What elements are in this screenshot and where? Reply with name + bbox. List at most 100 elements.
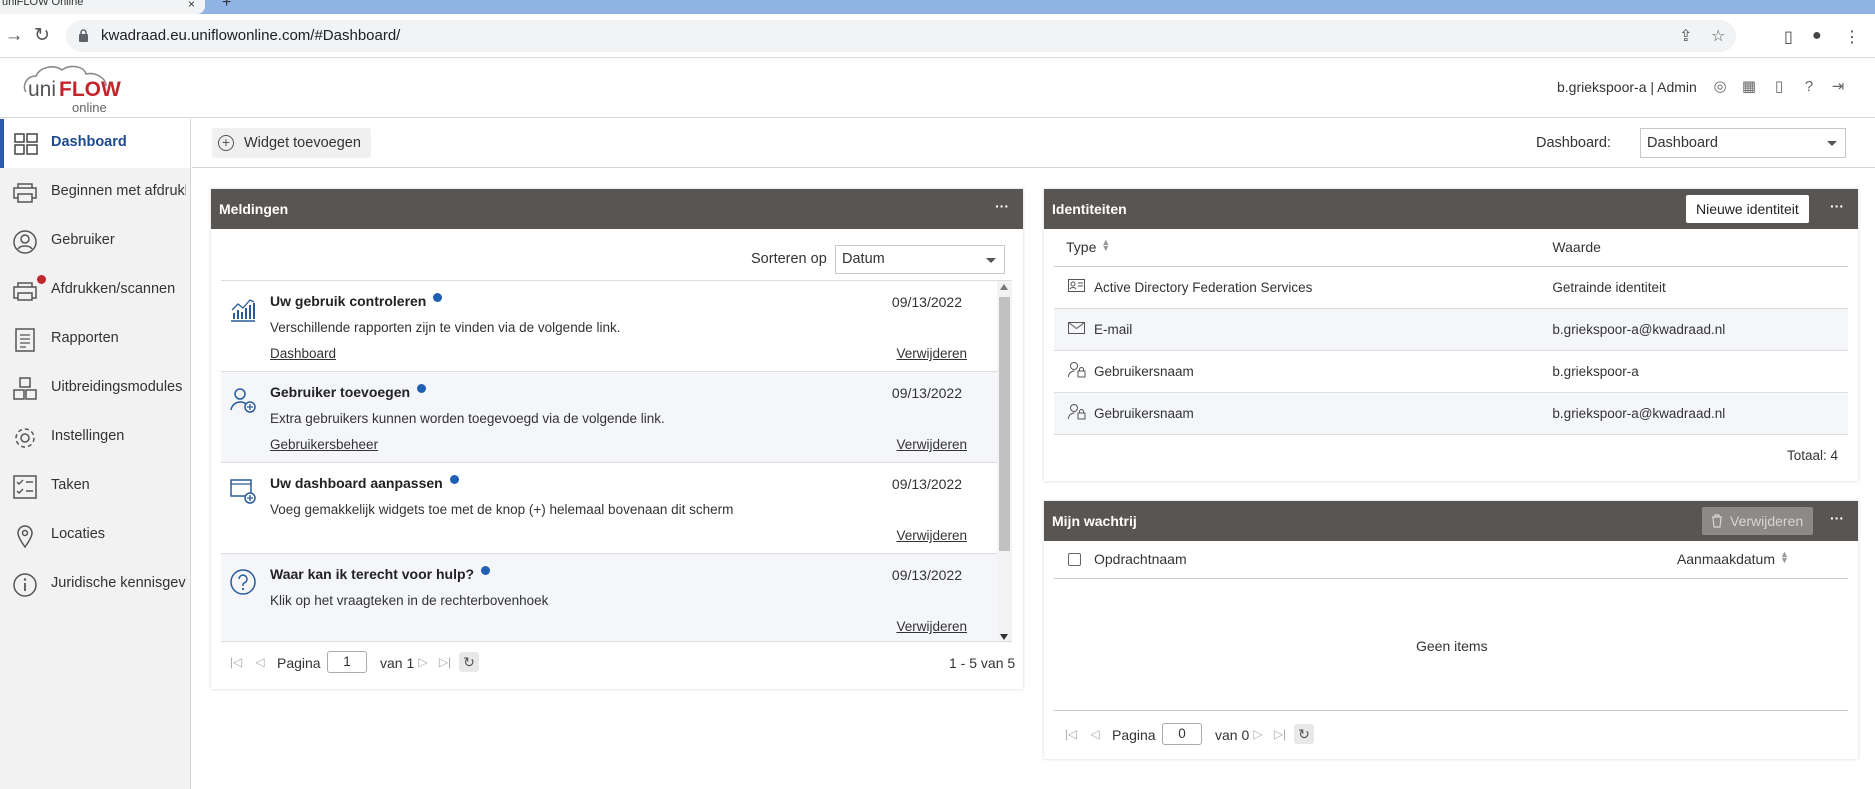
- bookmark-star-icon[interactable]: ☆: [1711, 26, 1725, 46]
- notification-title: Gebruiker toevoegen: [270, 384, 427, 400]
- browser-tab-title: uniFLOW Online: [2, 0, 84, 8]
- sidebar-item-beginnen[interactable]: Beginnen met afdrukken: [0, 168, 190, 217]
- add-widget-button[interactable]: + Widget toevoegen: [212, 128, 371, 158]
- sidebar-item-gebruiker[interactable]: Gebruiker: [0, 217, 190, 266]
- table-row[interactable]: Gebruikersnaam b.griekspoor-a: [1054, 350, 1848, 393]
- sidebar-item-taken[interactable]: Taken: [0, 462, 190, 511]
- column-header-label: Type: [1066, 239, 1097, 256]
- user-management-link[interactable]: Gebruikersbeheer: [270, 437, 378, 452]
- app-header: uni FLOW online b.griekspoor-a | Admin ◎…: [0, 58, 1875, 118]
- page-label: Pagina: [1112, 727, 1156, 743]
- notification-title-text: Uw dashboard aanpassen: [270, 475, 443, 491]
- add-user-icon: [230, 388, 256, 413]
- last-page-icon[interactable]: ▷|: [1273, 727, 1287, 741]
- identities-table: Type ▲ ▼ Waarde Active Directory Federatio…: [1054, 229, 1848, 435]
- delete-link[interactable]: Verwijderen: [896, 346, 967, 361]
- scrollbar-thumb[interactable]: [999, 297, 1010, 551]
- column-header-value[interactable]: Waarde: [1552, 229, 1848, 267]
- delete-link[interactable]: Verwijderen: [896, 619, 967, 634]
- gear-icon: [15, 428, 35, 448]
- building-icon[interactable]: ▦: [1740, 78, 1758, 96]
- column-header-label: Waarde: [1552, 239, 1601, 256]
- panel-title: Identiteiten: [1052, 201, 1127, 217]
- first-page-icon[interactable]: |◁: [229, 655, 243, 669]
- scrollbar[interactable]: [997, 281, 1012, 641]
- browser-tab[interactable]: uniFLOW Online ×: [0, 0, 205, 14]
- reload-icon[interactable]: ↻: [28, 22, 56, 50]
- prev-page-icon[interactable]: ◁: [253, 655, 267, 669]
- info-icon: [13, 573, 37, 597]
- panel-header: Meldingen ···: [211, 189, 1023, 229]
- scroll-up-icon[interactable]: [1000, 284, 1008, 290]
- column-header-date[interactable]: Aanmaakdatum ▲ ▼: [1358, 541, 1848, 579]
- uniflow-logo: uni FLOW online: [23, 65, 121, 114]
- checkbox[interactable]: [1068, 553, 1081, 567]
- identity-type: E-mail: [1094, 308, 1553, 351]
- next-page-icon[interactable]: ▷: [416, 655, 430, 669]
- select-all-checkbox[interactable]: [1054, 541, 1094, 579]
- sort-icon: ▲ ▼: [1101, 237, 1111, 254]
- table-row[interactable]: Gebruikersnaam b.griekspoor-a@kwadraad.n…: [1054, 392, 1848, 435]
- last-page-icon[interactable]: ▷|: [438, 655, 452, 669]
- more-options-icon[interactable]: ···: [995, 198, 1009, 214]
- share-icon[interactable]: ⇪: [1679, 26, 1692, 46]
- identity-type: Gebruikersnaam: [1094, 350, 1553, 393]
- prev-page-icon[interactable]: ◁: [1088, 727, 1102, 741]
- more-options-icon[interactable]: ···: [1830, 198, 1844, 214]
- delete-link[interactable]: Verwijderen: [896, 437, 967, 452]
- close-tab-icon[interactable]: ×: [188, 0, 195, 10]
- page-input[interactable]: 1: [327, 651, 367, 673]
- tasks-icon: [13, 475, 37, 499]
- table-row[interactable]: E-mail b.griekspoor-a@kwadraad.nl: [1054, 308, 1848, 351]
- sidebar-item-label: Afdrukken/scannen: [51, 281, 176, 297]
- profile-avatar-icon[interactable]: ●: [1812, 27, 1822, 45]
- new-identity-button[interactable]: Nieuwe identiteit: [1686, 195, 1809, 223]
- question-icon: [230, 569, 256, 595]
- user-profile-icon[interactable]: ◎: [1711, 78, 1729, 96]
- mobile-icon[interactable]: ▯: [1770, 78, 1788, 96]
- queue-table: Opdrachtnaam Aanmaakdatum ▲ ▼: [1054, 541, 1848, 579]
- address-bar[interactable]: kwadraad.eu.uniflowonline.com/#Dashboard…: [66, 20, 1736, 52]
- identity-value: b.griekspoor-a: [1552, 350, 1848, 393]
- sidebar-item-label: Instellingen: [51, 428, 125, 444]
- logout-icon[interactable]: ⇥: [1829, 78, 1847, 96]
- column-header-name[interactable]: Opdrachtnaam: [1094, 541, 1359, 579]
- forward-icon[interactable]: →: [0, 22, 28, 50]
- table-row[interactable]: Active Directory Federation Services Get…: [1054, 266, 1848, 309]
- sidebar-item-instellingen[interactable]: Instellingen: [0, 413, 190, 462]
- column-header-type[interactable]: Type ▲ ▼: [1054, 229, 1553, 267]
- notification-text: Verschillende rapporten zijn te vinden v…: [270, 320, 621, 335]
- dashboard-select[interactable]: Dashboard: [1640, 128, 1846, 158]
- sidebar-item-afdrukken-scannen[interactable]: Afdrukken/scannen: [0, 266, 190, 315]
- more-options-icon[interactable]: ···: [1830, 510, 1844, 526]
- dashboard-link[interactable]: Dashboard: [270, 346, 336, 361]
- help-icon[interactable]: ?: [1800, 78, 1818, 96]
- modules-icon: [13, 377, 37, 400]
- sidebar-item-uitbreidingsmodules[interactable]: Uitbreidingsmodules: [0, 364, 190, 413]
- notifications-panel: Meldingen ··· Sorteren op Datum Uw gebru…: [211, 189, 1023, 689]
- first-page-icon[interactable]: |◁: [1064, 727, 1078, 741]
- notification-dot: [37, 275, 46, 284]
- new-tab-icon[interactable]: +: [222, 0, 231, 12]
- notification-title: Waar kan ik terecht voor hulp?: [270, 566, 491, 582]
- add-widget-icon: [230, 479, 256, 504]
- sidepanel-icon[interactable]: ▯: [1784, 27, 1793, 47]
- chevron-down-icon: [1827, 141, 1837, 146]
- refresh-icon[interactable]: ↻: [459, 652, 479, 672]
- menu-icon[interactable]: ⋮: [1844, 27, 1860, 47]
- next-page-icon[interactable]: ▷: [1251, 727, 1265, 741]
- user-info[interactable]: b.griekspoor-a | Admin: [1557, 79, 1697, 95]
- dashboard-select-value: Dashboard: [1647, 135, 1718, 151]
- sidebar-item-locaties[interactable]: Locaties: [0, 511, 190, 560]
- sidebar-item-dashboard[interactable]: Dashboard: [0, 119, 190, 168]
- sidebar-item-juridische[interactable]: Juridische kennisgevingen: [0, 560, 190, 609]
- refresh-icon[interactable]: ↻: [1294, 724, 1314, 744]
- sidebar-item-label: Dashboard: [51, 134, 127, 150]
- page-input[interactable]: 0: [1162, 723, 1202, 745]
- scroll-down-icon[interactable]: [1000, 634, 1008, 640]
- svg-text:FLOW: FLOW: [59, 78, 121, 101]
- delete-link[interactable]: Verwijderen: [896, 528, 967, 543]
- sidebar-item-rapporten[interactable]: Rapporten: [0, 315, 190, 364]
- sort-select[interactable]: Datum: [835, 245, 1005, 274]
- notification-text: Klik op het vraagteken in de rechterbove…: [270, 593, 549, 608]
